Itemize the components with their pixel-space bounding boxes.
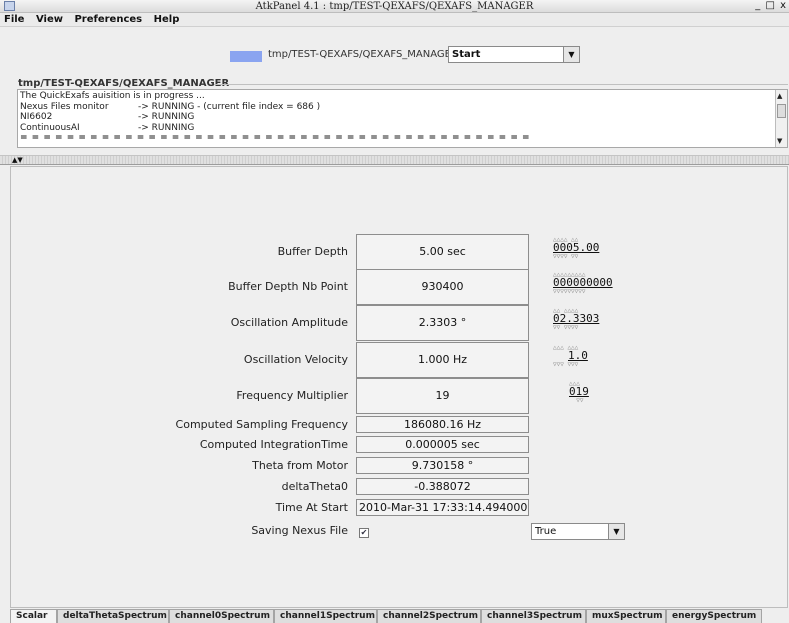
decrement-arrows-icon[interactable]: ▽▽▽▽ ▽▽ — [553, 253, 599, 260]
attr-value-buffer-depth: 5.00 sec — [356, 234, 529, 270]
status-row: ContinuousAI -> RUNNING — [20, 122, 195, 133]
tab-channel1-spectrum[interactable]: channel1Spectrum — [274, 609, 377, 623]
tab-channel3-spectrum[interactable]: channel3Spectrum — [481, 609, 586, 623]
attr-label-buffer-depth-nb-point: Buffer Depth Nb Point — [228, 280, 348, 293]
decrement-arrows-icon[interactable]: ▽▽▽ ▽▽▽ — [553, 361, 588, 368]
device-state-indicator — [230, 51, 262, 62]
command-combo[interactable]: Start ▼ — [448, 46, 580, 63]
attr-label-buffer-depth: Buffer Depth — [277, 245, 348, 258]
attr-label-time-at-start: Time At Start — [275, 501, 348, 514]
attr-label-saving-nexus-file: Saving Nexus File — [251, 524, 348, 537]
wheel-editor-buffer-depth[interactable]: △△△△ △△ 0005.00 ▽▽▽▽ ▽▽ — [553, 236, 599, 260]
scroll-up-icon[interactable]: ▲ — [777, 91, 782, 102]
wheel-editor-buffer-depth-nb-point[interactable]: △△△△△△△△△ 000000000 ▽▽▽▽▽▽▽▽▽ — [553, 271, 613, 295]
status-separator: = = = = = = = = = = = = = = = = = = = = … — [20, 133, 531, 143]
saving-nexus-file-select-value: True — [535, 526, 557, 537]
split-pane-divider[interactable]: ▲▼ — [0, 155, 789, 165]
attr-value-oscillation-velocity: 1.000 Hz — [356, 342, 529, 378]
attr-value-theta-from-motor: 9.730158 ° — [356, 457, 529, 474]
attr-label-theta-from-motor: Theta from Motor — [252, 459, 348, 472]
tab-channel0-spectrum[interactable]: channel0Spectrum — [169, 609, 274, 623]
tab-channel2-spectrum[interactable]: channel2Spectrum — [377, 609, 481, 623]
wheel-editor-frequency-multiplier[interactable]: △△△ 019 ▽▽ — [569, 380, 589, 404]
status-group-rule — [214, 84, 788, 85]
window-controls[interactable]: _ □ x — [755, 0, 787, 12]
chevron-down-icon[interactable]: ▼ — [608, 524, 624, 539]
status-text-area[interactable]: The QuickExafs auisition is in progress … — [17, 89, 788, 148]
tab-mux-spectrum[interactable]: muxSpectrum — [586, 609, 666, 623]
attr-value-computed-sampling-frequency: 186080.16 Hz — [356, 416, 529, 433]
menu-preferences[interactable]: Preferences — [74, 14, 142, 25]
device-name: tmp/TEST-QEXAFS/QEXAFS_MANAGER — [268, 49, 458, 60]
scroll-down-icon[interactable]: ▼ — [777, 136, 782, 147]
wheel-editor-oscillation-velocity[interactable]: △△△ △△△ 1.0 ▽▽▽ ▽▽▽ — [553, 344, 588, 368]
scroll-thumb[interactable] — [777, 104, 786, 118]
status-line: The QuickExafs auisition is in progress … — [20, 91, 205, 101]
status-row: NI6602 -> RUNNING — [20, 112, 195, 122]
attr-value-time-at-start: 2010-Mar-31 17:33:14.494000 — [356, 499, 529, 516]
collapse-arrows-icon[interactable]: ▲▼ — [12, 156, 23, 165]
tab-bar: Scalar deltaThetaSpectrum channel0Spectr… — [10, 609, 789, 623]
status-scrollbar[interactable]: ▲ ▼ — [775, 90, 787, 147]
window-title: AtkPanel 4.1 : tmp/TEST-QEXAFS/QEXAFS_MA… — [255, 1, 534, 12]
menu-file[interactable]: File — [4, 14, 24, 25]
attr-label-computed-integration-time: Computed IntegrationTime — [199, 438, 348, 451]
saving-nexus-file-select[interactable]: True ▼ — [531, 523, 625, 540]
attr-label-oscillation-velocity: Oscillation Velocity — [243, 353, 348, 366]
status-row: Nexus Files monitor -> RUNNING - (curren… — [20, 101, 321, 112]
attr-value-buffer-depth-nb-point: 930400 — [356, 269, 529, 305]
device-toolbar: tmp/TEST-QEXAFS/QEXAFS_MANAGER Start ▼ — [0, 46, 789, 64]
tab-scalar[interactable]: Scalar — [10, 609, 57, 623]
scalar-panel: Buffer Depth 5.00 sec △△△△ △△ 0005.00 ▽▽… — [10, 166, 788, 608]
window-titlebar: AtkPanel 4.1 : tmp/TEST-QEXAFS/QEXAFS_MA… — [0, 0, 789, 13]
attr-value-computed-integration-time: 0.000005 sec — [356, 436, 529, 453]
attr-label-delta-theta0: deltaTheta0 — [281, 480, 348, 493]
status-group: tmp/TEST-QEXAFS/QEXAFS_MANAGER The Quick… — [14, 78, 788, 150]
command-combo-value: Start — [452, 49, 481, 60]
attr-value-frequency-multiplier: 19 — [356, 378, 529, 414]
saving-nexus-file-checkbox[interactable]: ✔ — [359, 528, 369, 538]
wheel-editor-oscillation-amplitude[interactable]: △△ △△△△ 02.3303 ▽▽ ▽▽▽▽ — [553, 307, 599, 331]
menu-help[interactable]: Help — [154, 14, 180, 25]
attr-label-computed-sampling-frequency: Computed Sampling Frequency — [175, 418, 348, 431]
attr-value-oscillation-amplitude: 2.3303 ° — [356, 305, 529, 341]
tab-energy-spectrum[interactable]: energySpectrum — [666, 609, 762, 623]
attr-label-oscillation-amplitude: Oscillation Amplitude — [230, 316, 348, 329]
tab-delta-theta-spectrum[interactable]: deltaThetaSpectrum — [57, 609, 169, 623]
attr-value-delta-theta0: -0.388072 — [356, 478, 529, 495]
decrement-arrows-icon[interactable]: ▽▽ ▽▽▽▽ — [553, 324, 599, 331]
status-group-title: tmp/TEST-QEXAFS/QEXAFS_MANAGER — [18, 78, 230, 89]
decrement-arrows-icon[interactable]: ▽▽▽▽▽▽▽▽▽ — [553, 288, 613, 295]
chevron-down-icon[interactable]: ▼ — [563, 47, 579, 62]
decrement-arrows-icon[interactable]: ▽▽ — [569, 397, 589, 404]
attr-label-frequency-multiplier: Frequency Multiplier — [236, 389, 348, 402]
menu-view[interactable]: View — [36, 14, 63, 25]
menu-bar: File View Preferences Help — [0, 13, 789, 27]
